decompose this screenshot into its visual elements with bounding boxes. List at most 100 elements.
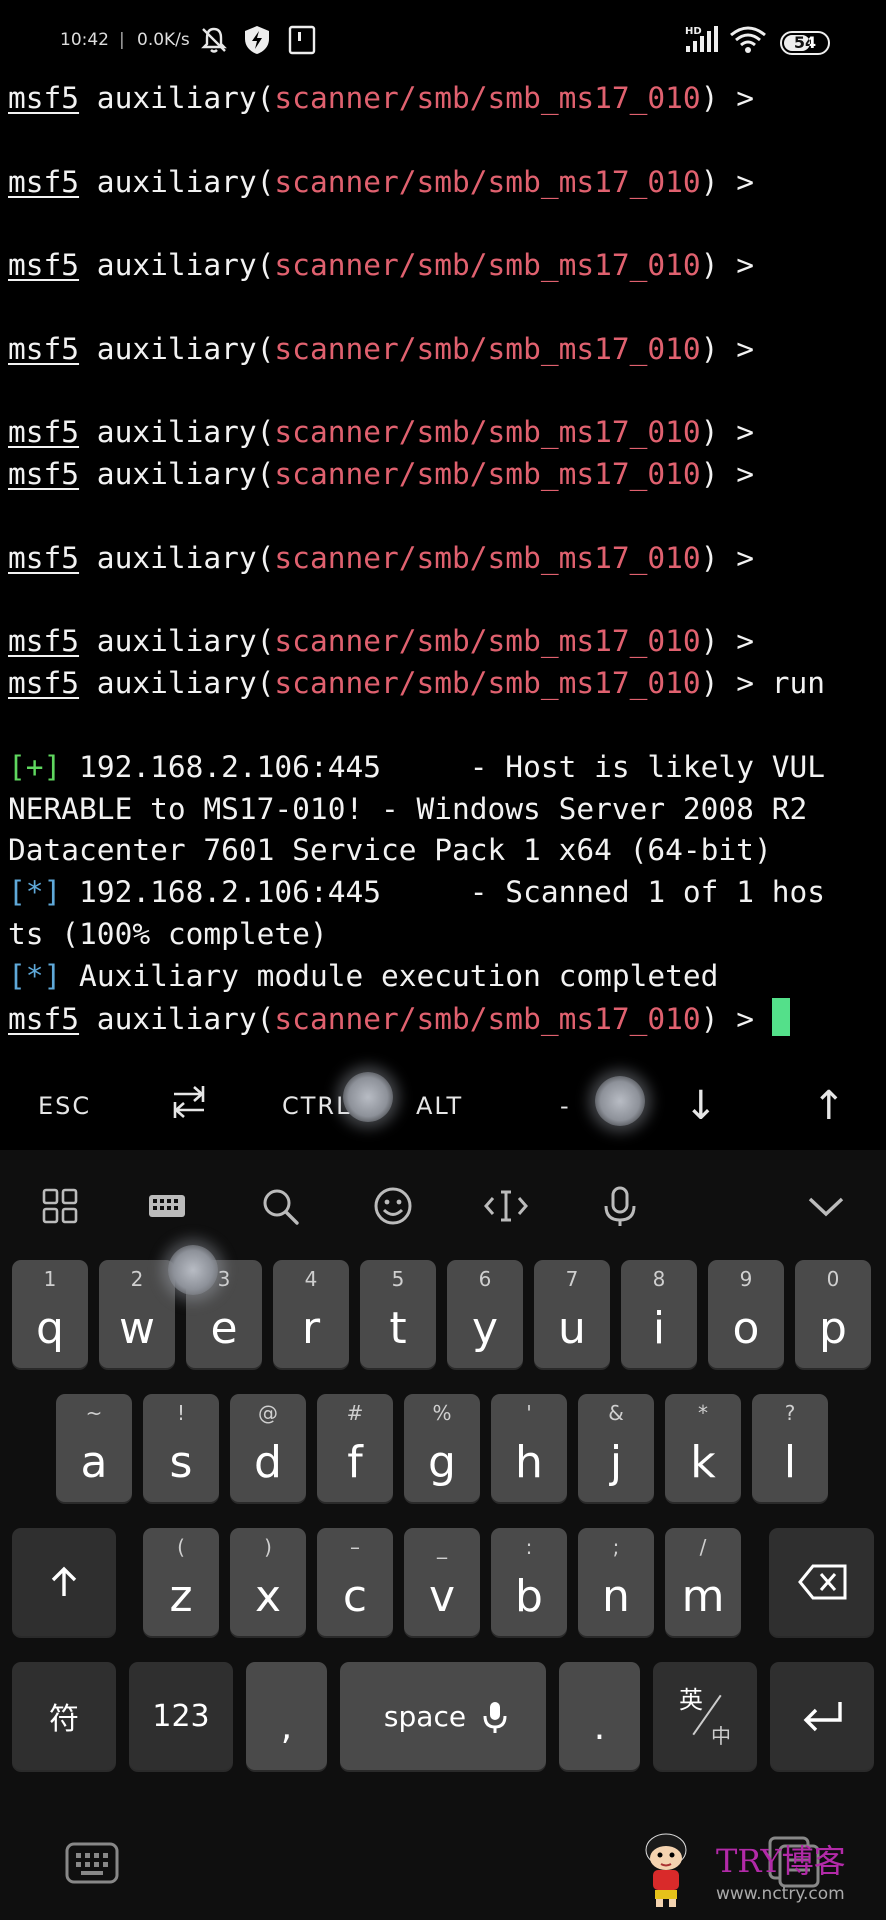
collapse-chevron-icon[interactable] bbox=[802, 1182, 850, 1230]
key-letter: k bbox=[690, 1437, 716, 1488]
microphone-icon[interactable] bbox=[596, 1182, 644, 1230]
key-2[interactable]: @ d bbox=[230, 1394, 306, 1502]
keyboard-icon[interactable] bbox=[64, 1840, 120, 1888]
key-6[interactable]: & j bbox=[578, 1394, 654, 1502]
key-8[interactable]: 9o bbox=[708, 1260, 784, 1368]
key-letter: x bbox=[254, 1571, 282, 1622]
key-9[interactable]: 0p bbox=[795, 1260, 871, 1368]
status-tag: [*] bbox=[8, 875, 62, 910]
watermark-url: www.nctry.com bbox=[716, 1884, 845, 1904]
emoji-icon[interactable] bbox=[369, 1182, 417, 1230]
ctrl-key[interactable]: CTRL bbox=[282, 1062, 351, 1150]
output-text: NERABLE to MS17-010! - Windows Server 20… bbox=[8, 791, 808, 826]
key-letter: t bbox=[389, 1303, 407, 1354]
wifi-icon bbox=[730, 26, 766, 53]
lang-top: 英 bbox=[679, 1686, 703, 1714]
terminal-output-line: Datacenter 7601 Service Pack 1 x64 (64-b… bbox=[8, 830, 886, 872]
esc-key[interactable]: ESC bbox=[38, 1062, 91, 1150]
key-6[interactable]: 7u bbox=[534, 1260, 610, 1368]
enter-key[interactable] bbox=[770, 1662, 874, 1770]
comma-key[interactable]: , bbox=[246, 1662, 327, 1770]
lang-bottom: 中 bbox=[711, 1724, 731, 1748]
key-0[interactable]: (z bbox=[143, 1528, 219, 1636]
terminal-prompt-line: msf5 auxiliary(scanner/smb/smb_ms17_010)… bbox=[8, 81, 754, 115]
key-3[interactable]: 4r bbox=[273, 1260, 349, 1368]
key-letter: c bbox=[342, 1571, 368, 1622]
soft-keyboard: 1 q 2 w 3 e 4 r 5 t 6 y 7 u 8 i 9 o 0 p ~ a! s @ d # f% g ' h & j * k? l(z… bbox=[0, 1150, 886, 1920]
grid-icon[interactable] bbox=[36, 1182, 84, 1230]
up-arrow-key[interactable]: ↑ bbox=[812, 1062, 848, 1150]
backspace-key[interactable] bbox=[769, 1528, 874, 1636]
key-hint: & bbox=[608, 1401, 624, 1425]
terminal-prompt-line: msf5 auxiliary(scanner/smb/smb_ms17_010)… bbox=[8, 624, 754, 659]
symbol-key[interactable]: 符 bbox=[12, 1662, 116, 1770]
key-hint: ! bbox=[176, 1401, 186, 1425]
key-3[interactable]: _ v bbox=[404, 1528, 480, 1636]
prompt-module: scanner/smb/smb_ms17_010 bbox=[274, 1001, 701, 1036]
search-icon[interactable] bbox=[256, 1182, 304, 1230]
key-hint: 8 bbox=[652, 1267, 666, 1291]
key-4[interactable]: :b bbox=[491, 1528, 567, 1636]
period-key[interactable]: . bbox=[559, 1662, 640, 1770]
terminal-output[interactable]: msf5 auxiliary(scanner/smb/smb_ms17_010)… bbox=[8, 78, 886, 1039]
language-switch-key[interactable]: 英中 bbox=[653, 1662, 757, 1770]
dash-key[interactable]: - bbox=[560, 1062, 571, 1150]
key-letter: y bbox=[471, 1303, 499, 1354]
prompt-user: msf5 bbox=[8, 248, 80, 283]
prompt-user: msf5 bbox=[8, 1001, 80, 1036]
key-letter: a bbox=[80, 1437, 108, 1488]
key-7[interactable]: * k bbox=[665, 1394, 741, 1502]
numbers-key[interactable]: 123 bbox=[129, 1662, 233, 1770]
prompt-user: msf5 bbox=[8, 666, 80, 701]
key-5[interactable]: ; n bbox=[578, 1528, 654, 1636]
key-1[interactable]: 2w bbox=[99, 1260, 175, 1368]
key-2[interactable]: – c bbox=[317, 1528, 393, 1636]
comma-key-label: , bbox=[280, 1707, 293, 1748]
key-7[interactable]: 8i bbox=[621, 1260, 697, 1368]
shield-icon bbox=[245, 26, 269, 54]
shift-key[interactable] bbox=[12, 1528, 116, 1636]
key-1[interactable]: ! s bbox=[143, 1394, 219, 1502]
status-divider: | bbox=[119, 30, 125, 50]
output-text: ts (100% complete) bbox=[8, 916, 328, 951]
cursor-move-icon[interactable] bbox=[482, 1182, 530, 1230]
status-time: 10:42 bbox=[60, 30, 109, 50]
key-4[interactable]: 5t bbox=[360, 1260, 436, 1368]
key-0[interactable]: 1q bbox=[12, 1260, 88, 1368]
battery-level: 54 bbox=[793, 33, 817, 52]
key-8[interactable]: ? l bbox=[752, 1394, 828, 1502]
key-3[interactable]: # f bbox=[317, 1394, 393, 1502]
key-6[interactable]: / m bbox=[665, 1528, 741, 1636]
key-5[interactable]: ' h bbox=[491, 1394, 567, 1502]
key-1[interactable]: ) x bbox=[230, 1528, 306, 1636]
key-hint: 0 bbox=[826, 1267, 840, 1291]
down-arrow-key[interactable]: ↓ bbox=[684, 1062, 720, 1150]
touch-indicator bbox=[595, 1076, 645, 1126]
prompt-module: scanner/smb/smb_ms17_010 bbox=[274, 164, 701, 199]
key-4[interactable]: % g bbox=[404, 1394, 480, 1502]
key-hint: / bbox=[699, 1535, 707, 1559]
battery-icon: 54 bbox=[780, 31, 830, 55]
prompt-module: scanner/smb/smb_ms17_010 bbox=[274, 457, 701, 492]
key-5[interactable]: 6y bbox=[447, 1260, 523, 1368]
keyboard-layout-icon[interactable] bbox=[143, 1182, 191, 1230]
watermark: TRY博客 www.nctry.com bbox=[636, 1806, 876, 1916]
space-key[interactable]: space bbox=[340, 1662, 546, 1770]
space-mic-icon bbox=[483, 1702, 507, 1733]
key-hint: 4 bbox=[304, 1267, 318, 1291]
key-hint: * bbox=[698, 1401, 708, 1425]
key-0[interactable]: ~ a bbox=[56, 1394, 132, 1502]
prompt-user: msf5 bbox=[8, 81, 80, 115]
tab-arrows-icon[interactable] bbox=[170, 1082, 208, 1122]
numbers-key-label: 123 bbox=[152, 1698, 210, 1734]
key-letter: e bbox=[210, 1303, 238, 1354]
alt-key[interactable]: ALT bbox=[416, 1062, 463, 1150]
key-letter: h bbox=[515, 1437, 543, 1488]
key-hint: ~ bbox=[85, 1401, 103, 1425]
key-letter: v bbox=[428, 1571, 456, 1622]
